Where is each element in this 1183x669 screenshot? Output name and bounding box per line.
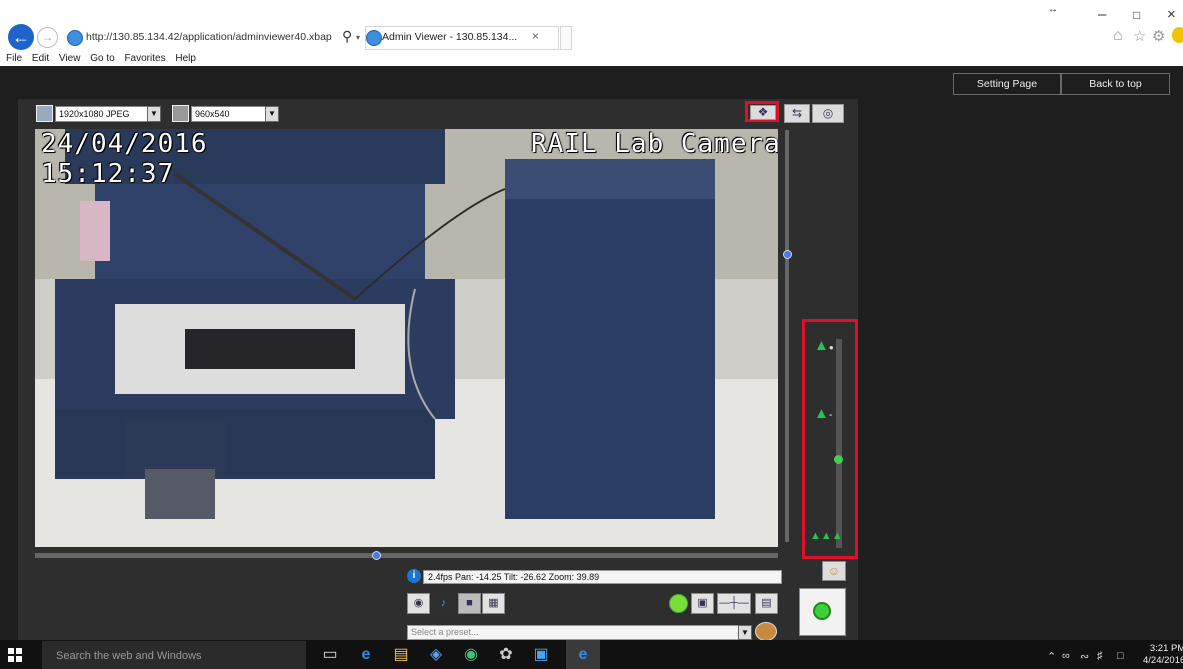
osd-date: 24/04/2016 bbox=[41, 129, 208, 159]
view-size-dropdown-icon[interactable]: ▼ bbox=[265, 106, 279, 122]
close-window-icon[interactable]: × bbox=[1167, 6, 1176, 23]
preset-dropdown-icon[interactable]: ▼ bbox=[738, 625, 752, 640]
speaker-icon[interactable]: ◎ bbox=[812, 104, 844, 123]
forward-button[interactable]: → bbox=[37, 27, 58, 48]
video-frame bbox=[35, 129, 778, 547]
resolution-dropdown-icon[interactable]: ▼ bbox=[147, 106, 161, 122]
crosshair-mode-icon[interactable]: —┼— bbox=[717, 593, 751, 614]
view-size-select[interactable]: 960x540 bbox=[191, 106, 267, 122]
menu-bar: File Edit View Go to Favorites Help bbox=[6, 53, 203, 64]
tray-chevron-icon[interactable]: ⌃ bbox=[1047, 650, 1056, 663]
windows-start-icon[interactable] bbox=[8, 648, 22, 662]
restore-arrows-icon[interactable]: ↔ bbox=[1048, 4, 1058, 15]
internet-explorer-taskbar-icon[interactable]: e bbox=[566, 640, 600, 669]
search-icon[interactable]: ⚲ bbox=[342, 28, 352, 45]
tilt-slider[interactable] bbox=[785, 130, 789, 542]
network-icon[interactable]: ∞ bbox=[1062, 650, 1070, 662]
mute-icon[interactable]: ♪ bbox=[432, 593, 455, 614]
notifications-icon[interactable]: □ bbox=[1117, 650, 1124, 662]
green-app-icon[interactable]: ◉ bbox=[461, 645, 481, 665]
zoom-slider[interactable] bbox=[836, 339, 842, 548]
zoom-slider-knob[interactable] bbox=[834, 455, 843, 464]
status-bar: 2.4fps Pan: -14.25 Tilt: -26.62 Zoom: 39… bbox=[423, 570, 782, 584]
info-icon: i bbox=[407, 569, 421, 583]
setting-page-button[interactable]: Setting Page bbox=[953, 73, 1061, 95]
menu-view[interactable]: View bbox=[59, 53, 81, 64]
search-dropdown-icon[interactable]: ▾ bbox=[356, 33, 360, 42]
settings-gear-icon[interactable]: ⚙ bbox=[1152, 27, 1165, 45]
edge-icon[interactable]: e bbox=[356, 645, 376, 665]
preset-select[interactable]: Select a preset... bbox=[407, 625, 740, 640]
view-size-icon bbox=[172, 105, 189, 122]
split-view-icon[interactable]: ▤ bbox=[755, 593, 778, 614]
camera-video[interactable]: 24/04/2016 15:12:37 RAIL Lab Camera bbox=[35, 129, 778, 547]
target-icon bbox=[813, 602, 831, 620]
clock-time: 3:21 PM bbox=[1149, 643, 1183, 654]
menu-favorites[interactable]: Favorites bbox=[124, 53, 165, 64]
favorites-star-icon[interactable]: ☆ bbox=[1133, 27, 1146, 45]
snapshot-camera-icon[interactable]: ◉ bbox=[407, 593, 430, 614]
zoom-out-trees-icon[interactable]: ▲▲▲ bbox=[810, 530, 843, 542]
new-tab-button[interactable] bbox=[560, 26, 572, 50]
back-button[interactable]: ← bbox=[8, 24, 34, 50]
center-target-button[interactable] bbox=[799, 588, 846, 636]
address-url: http://130.85.134.42/application/adminvi… bbox=[86, 31, 332, 43]
tab-ie-icon bbox=[366, 30, 382, 46]
wifi-icon[interactable]: ∾ bbox=[1080, 650, 1089, 663]
swap-arrows-icon[interactable]: ⇆ bbox=[784, 104, 810, 123]
network-app-icon[interactable]: ◈ bbox=[426, 645, 446, 665]
store-icon[interactable]: ▣ bbox=[531, 645, 551, 665]
osd-time: 15:12:37 bbox=[41, 159, 175, 189]
clock[interactable]: 3:21 PM 4/24/2016 bbox=[1143, 643, 1183, 667]
smiley-icon[interactable] bbox=[1172, 27, 1183, 43]
volume-icon[interactable]: ♯ bbox=[1097, 650, 1103, 662]
record-stop-icon[interactable]: ■ bbox=[458, 593, 481, 614]
menu-help[interactable]: Help bbox=[175, 53, 196, 64]
menu-goto[interactable]: Go to bbox=[90, 53, 114, 64]
fullscreen-icon[interactable]: ❖ bbox=[750, 105, 776, 120]
status-light-icon[interactable] bbox=[669, 594, 688, 613]
close-tab-icon[interactable]: × bbox=[532, 29, 539, 43]
ie-icon bbox=[67, 30, 83, 46]
display-mode-icon[interactable]: ▣ bbox=[691, 593, 714, 614]
zoom-highlight bbox=[802, 319, 858, 559]
save-image-icon[interactable]: ▦ bbox=[482, 593, 505, 614]
home-icon[interactable]: ⌂ bbox=[1113, 27, 1123, 45]
zoom-in-tree-icon[interactable]: ▲● bbox=[814, 337, 834, 354]
paint-icon[interactable]: ✿ bbox=[496, 645, 516, 665]
tab-title: Admin Viewer - 130.85.134... bbox=[382, 31, 518, 43]
task-view-icon[interactable]: ▭ bbox=[320, 645, 340, 665]
clock-date: 4/24/2016 bbox=[1143, 655, 1183, 666]
resolution-select[interactable]: 1920x1080 JPEG bbox=[55, 106, 148, 122]
pan-slider[interactable] bbox=[35, 553, 778, 558]
preset-go-icon[interactable] bbox=[755, 622, 777, 641]
file-explorer-icon[interactable]: ▤ bbox=[391, 645, 411, 665]
osd-title: RAIL Lab Camera bbox=[531, 129, 778, 159]
menu-edit[interactable]: Edit bbox=[32, 53, 49, 64]
person-icon[interactable]: ☺ bbox=[822, 561, 846, 581]
taskbar-search-placeholder: Search the web and Windows bbox=[56, 650, 202, 662]
minimize-icon[interactable]: – bbox=[1098, 6, 1106, 23]
pan-slider-knob[interactable] bbox=[372, 551, 381, 560]
tilt-slider-knob[interactable] bbox=[783, 250, 792, 259]
maximize-icon[interactable]: □ bbox=[1133, 8, 1140, 22]
menu-file[interactable]: File bbox=[6, 53, 22, 64]
resolution-icon bbox=[36, 105, 53, 122]
zoom-mid-tree-icon: ▲- bbox=[814, 405, 833, 422]
back-to-top-button[interactable]: Back to top bbox=[1061, 73, 1170, 95]
